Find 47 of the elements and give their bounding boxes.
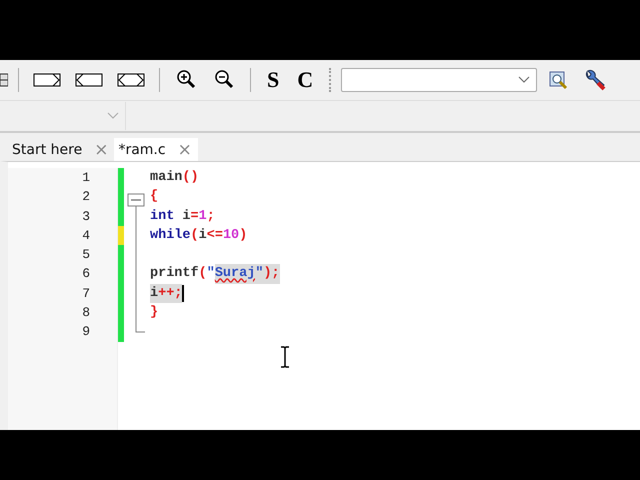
code-token: int (150, 208, 174, 226)
code-token: } (150, 304, 158, 322)
zoom-in-icon[interactable] (176, 69, 198, 91)
line-number: 8 (81, 304, 91, 322)
code-token: i (181, 208, 191, 226)
search-icon[interactable] (549, 70, 570, 90)
line-number: 2 (81, 188, 91, 206)
code-token: <= (206, 226, 223, 245)
code-token: 1 (198, 208, 207, 226)
line-number: 7 (81, 284, 91, 303)
frame-icon[interactable] (33, 73, 61, 87)
line-number: 1 (81, 169, 91, 187)
code-token: printf (150, 265, 199, 284)
code-token: ( (198, 265, 207, 284)
line-number: 5 (81, 246, 91, 264)
code-token: = (190, 208, 199, 226)
line-number: 4 (81, 226, 91, 245)
code-token: i (150, 284, 158, 304)
line-number: 3 (81, 208, 91, 226)
code-token: i (198, 226, 207, 245)
frame-icon[interactable] (117, 73, 145, 87)
line-number: 9 (81, 323, 91, 342)
code-token: " (255, 264, 264, 284)
code-token: ; (206, 208, 215, 226)
code-token: ); (263, 264, 280, 284)
close-icon[interactable]: × (178, 140, 192, 160)
i-beam-cursor-icon (280, 346, 290, 368)
fold-toggle-icon[interactable] (126, 193, 146, 333)
code-token: " (206, 265, 215, 284)
file-tab[interactable]: *ram.c × (114, 138, 198, 161)
code-token: ( (190, 226, 199, 245)
code-token: { (150, 188, 158, 206)
code-token: 10 (222, 226, 240, 245)
grid-icon[interactable] (0, 73, 8, 87)
code-token: ) (239, 226, 248, 245)
zoom-out-icon[interactable] (214, 69, 236, 91)
code-token: ++; (158, 284, 182, 304)
frame-icon[interactable] (75, 73, 103, 87)
code-token: () (182, 169, 199, 187)
toolbar-button[interactable]: C (291, 67, 320, 93)
code-token: while (150, 226, 191, 245)
code-token: Suraj (214, 264, 256, 284)
chevron-down-icon[interactable] (518, 76, 530, 84)
toolbar-button[interactable]: S (261, 67, 286, 93)
wrench-icon[interactable] (583, 69, 608, 91)
line-number: 6 (81, 265, 91, 284)
code-token: main (150, 169, 182, 187)
